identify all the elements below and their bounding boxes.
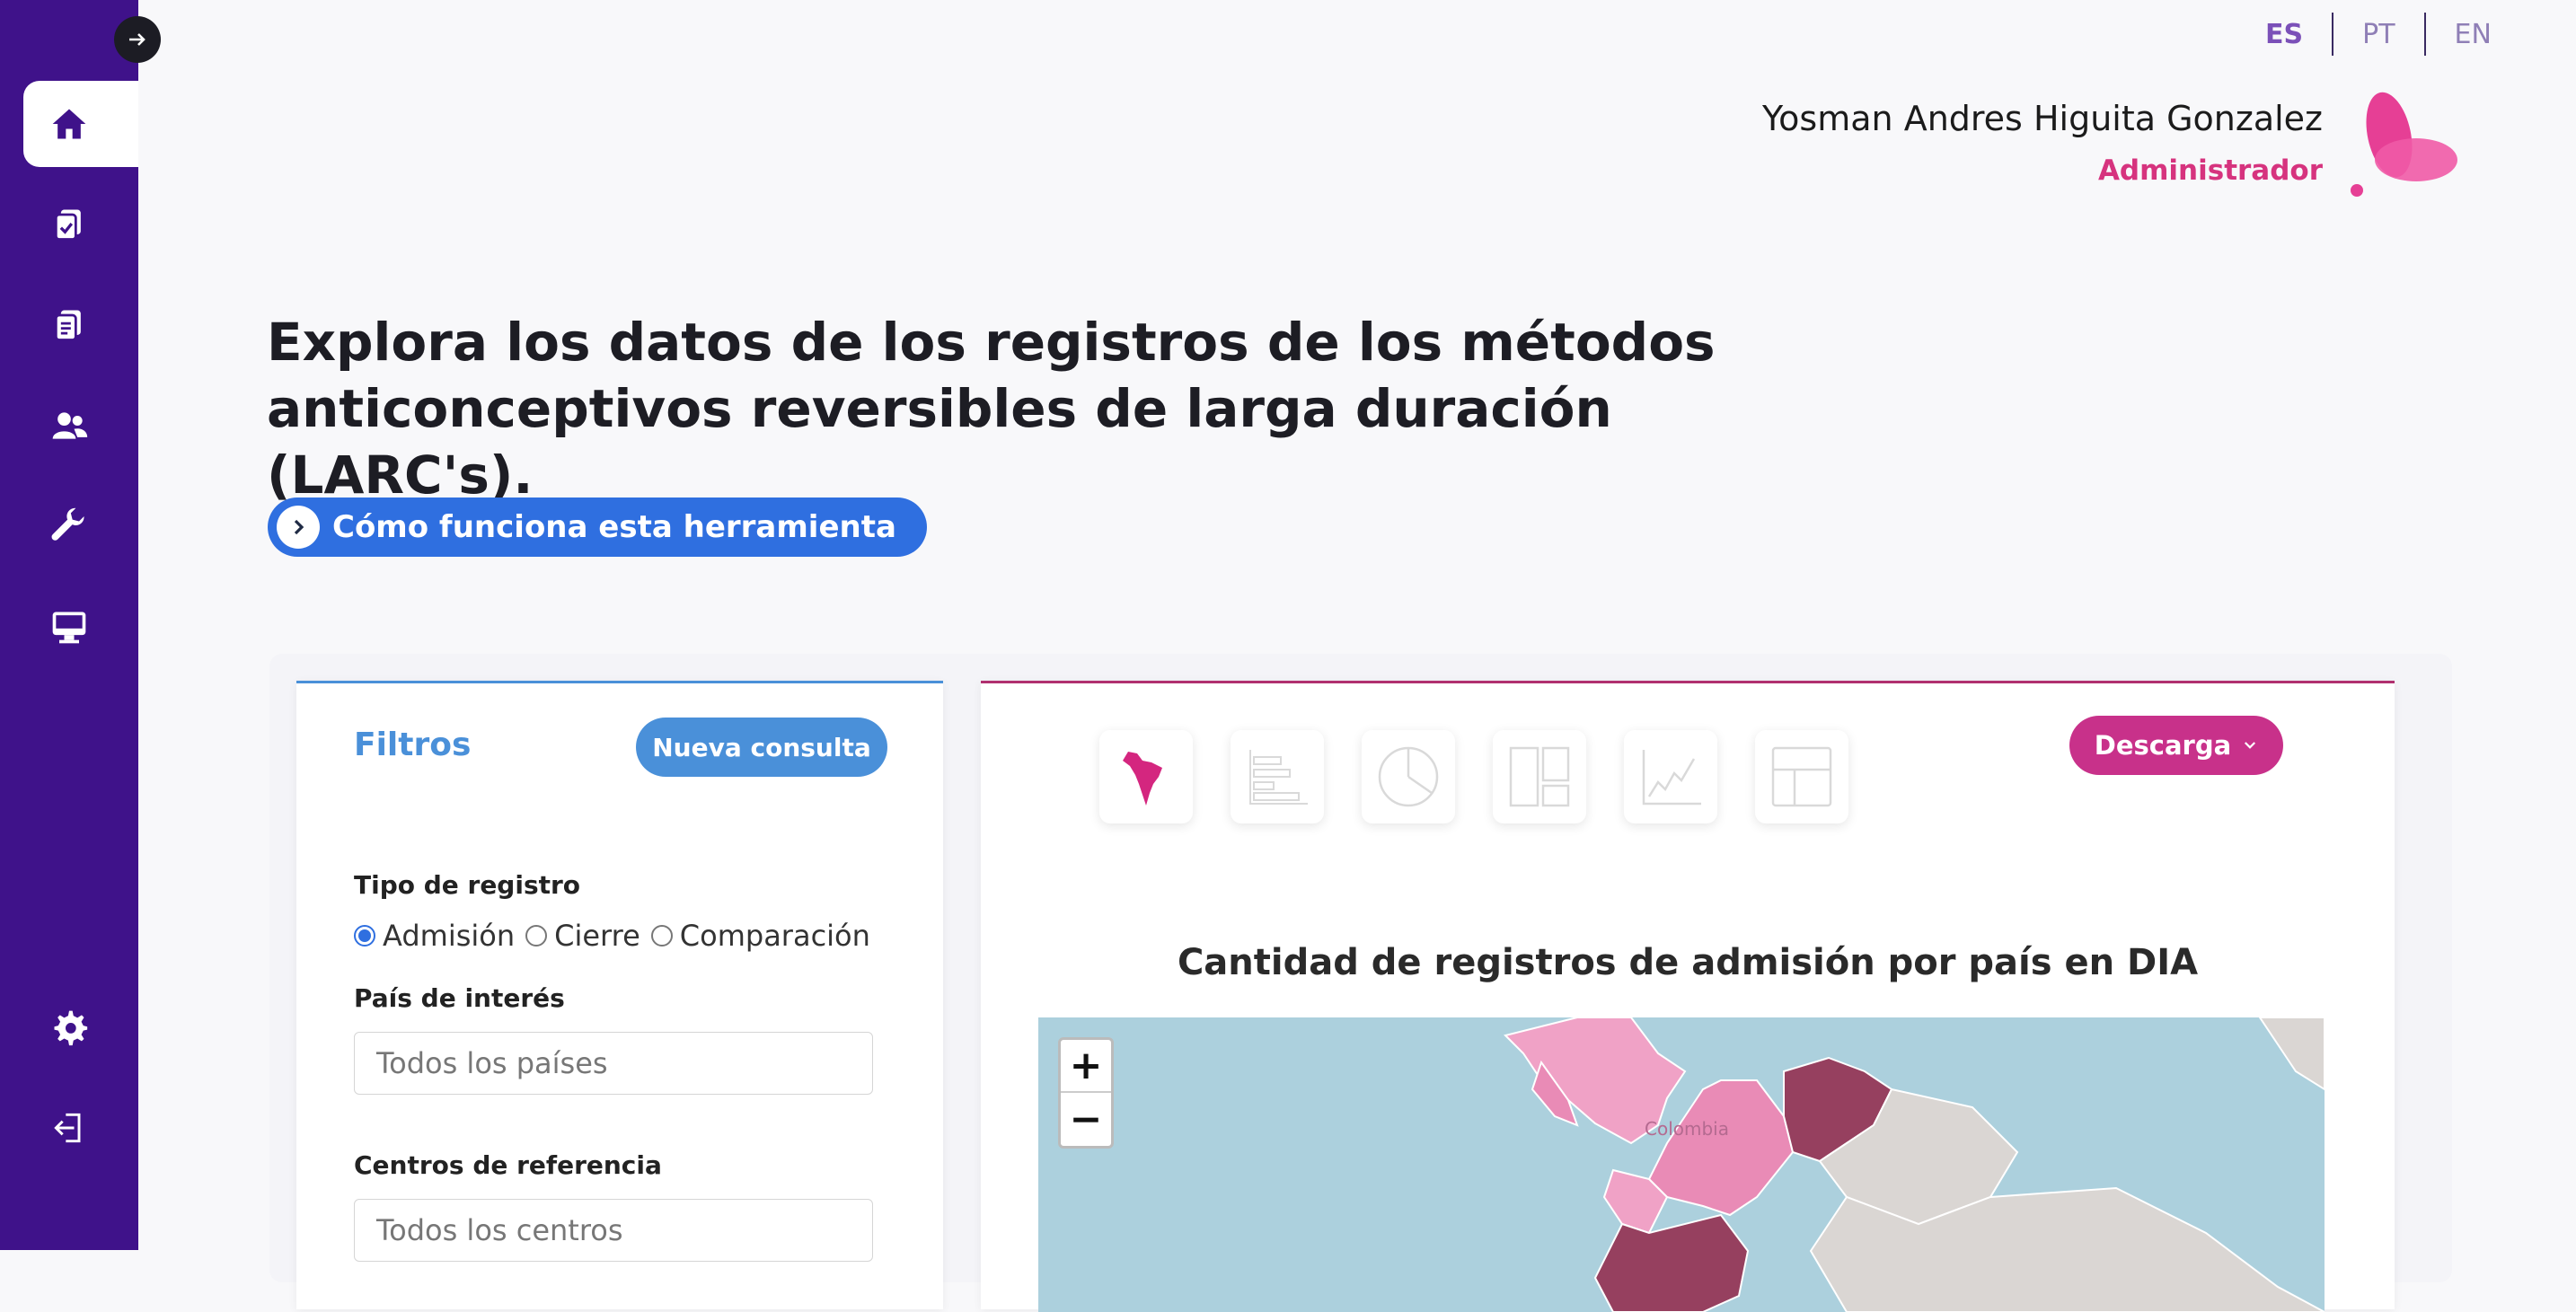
lang-en[interactable]: EN xyxy=(2426,19,2520,50)
viz-bar-button[interactable] xyxy=(1231,730,1324,823)
treemap-icon xyxy=(1509,746,1570,807)
sidebar-item-logout[interactable] xyxy=(23,1085,138,1171)
country-select[interactable]: Todos los países xyxy=(354,1032,873,1095)
viz-line-button[interactable] xyxy=(1624,730,1717,823)
users-icon xyxy=(52,412,88,439)
zoom-out-button[interactable]: − xyxy=(1061,1093,1111,1146)
clipboard-list-icon xyxy=(54,310,81,341)
radio-button[interactable] xyxy=(354,925,375,947)
viz-treemap-button[interactable] xyxy=(1493,730,1586,823)
logout-icon xyxy=(54,1113,81,1143)
filters-title: Filtros xyxy=(354,726,472,763)
radio-button[interactable] xyxy=(525,925,548,947)
chart-panel: Descarga Cantidad de registros de admisi… xyxy=(981,681,2395,1312)
language-selector: ES PT EN xyxy=(2236,13,2520,56)
sidebar-item-settings[interactable] xyxy=(23,984,138,1070)
wrench-icon xyxy=(51,507,84,541)
sidebar-toggle-button[interactable] xyxy=(114,16,161,63)
page-title-line-2: anticonceptivos reversibles de larga dur… xyxy=(267,378,1612,506)
map-view[interactable]: Colombia + − xyxy=(1038,1017,2325,1312)
user-role: Administrador xyxy=(2097,154,2323,187)
line-chart-icon xyxy=(1642,750,1701,806)
radio-button[interactable] xyxy=(650,925,673,947)
centers-select[interactable]: Todos los centros xyxy=(354,1199,873,1262)
new-query-button[interactable]: Nueva consulta xyxy=(636,718,887,777)
map-geography xyxy=(1504,1017,2325,1312)
country-label: País de interés xyxy=(354,983,565,1013)
lang-pt[interactable]: PT xyxy=(2333,19,2423,50)
sidebar-item-home[interactable] xyxy=(23,81,138,167)
sidebar-item-display[interactable] xyxy=(23,584,138,670)
viz-map-button[interactable] xyxy=(1099,730,1193,823)
chevron-down-icon xyxy=(2245,742,2256,749)
sidebar-item-reports[interactable] xyxy=(23,282,138,368)
radio-closure[interactable]: Cierre xyxy=(525,919,640,953)
download-button[interactable]: Descarga xyxy=(2069,716,2283,775)
map-icon xyxy=(1123,752,1162,806)
how-it-works-label: Cómo funciona esta herramienta xyxy=(332,509,896,545)
chevron-right-icon xyxy=(277,506,320,549)
chart-title: Cantidad de registros de admisión por pa… xyxy=(1177,942,2199,983)
user-name: Yosman Andres Higuita Gonzalez xyxy=(1762,99,2323,138)
gear-icon xyxy=(54,1010,88,1046)
table-icon xyxy=(1771,746,1832,807)
sidebar-item-tools[interactable] xyxy=(23,483,138,569)
sidebar-item-users[interactable] xyxy=(23,383,138,469)
page-title-line-1: Explora los datos de los registros de lo… xyxy=(267,312,1716,373)
register-type-label: Tipo de registro xyxy=(354,870,581,900)
register-type-radio-group: Admisión Cierre Comparación xyxy=(354,919,881,953)
radio-admission[interactable]: Admisión xyxy=(354,919,515,953)
pie-chart-icon xyxy=(1378,746,1439,807)
bar-chart-icon xyxy=(1249,750,1308,805)
arrow-right-icon xyxy=(129,33,146,46)
sidebar xyxy=(0,0,138,1250)
home-icon xyxy=(52,109,86,139)
map-country-label: Colombia xyxy=(1645,1118,1729,1140)
viz-pie-button[interactable] xyxy=(1362,730,1455,823)
viz-table-button[interactable] xyxy=(1755,730,1848,823)
clipboard-check-icon xyxy=(54,209,81,241)
radio-comparison[interactable]: Comparación xyxy=(650,919,870,953)
map-zoom-control: + − xyxy=(1058,1037,1114,1149)
desktop-icon xyxy=(52,612,86,644)
centers-label: Centros de referencia xyxy=(354,1150,662,1180)
brand-logo xyxy=(2351,92,2457,197)
how-it-works-button[interactable]: Cómo funciona esta herramienta xyxy=(268,498,927,557)
filters-panel: Filtros Nueva consulta Tipo de registro … xyxy=(296,681,943,1309)
page-title: Explora los datos de los registros de lo… xyxy=(267,309,1794,508)
zoom-in-button[interactable]: + xyxy=(1061,1040,1111,1093)
lang-es[interactable]: ES xyxy=(2236,19,2332,50)
sidebar-item-records[interactable] xyxy=(23,181,138,268)
